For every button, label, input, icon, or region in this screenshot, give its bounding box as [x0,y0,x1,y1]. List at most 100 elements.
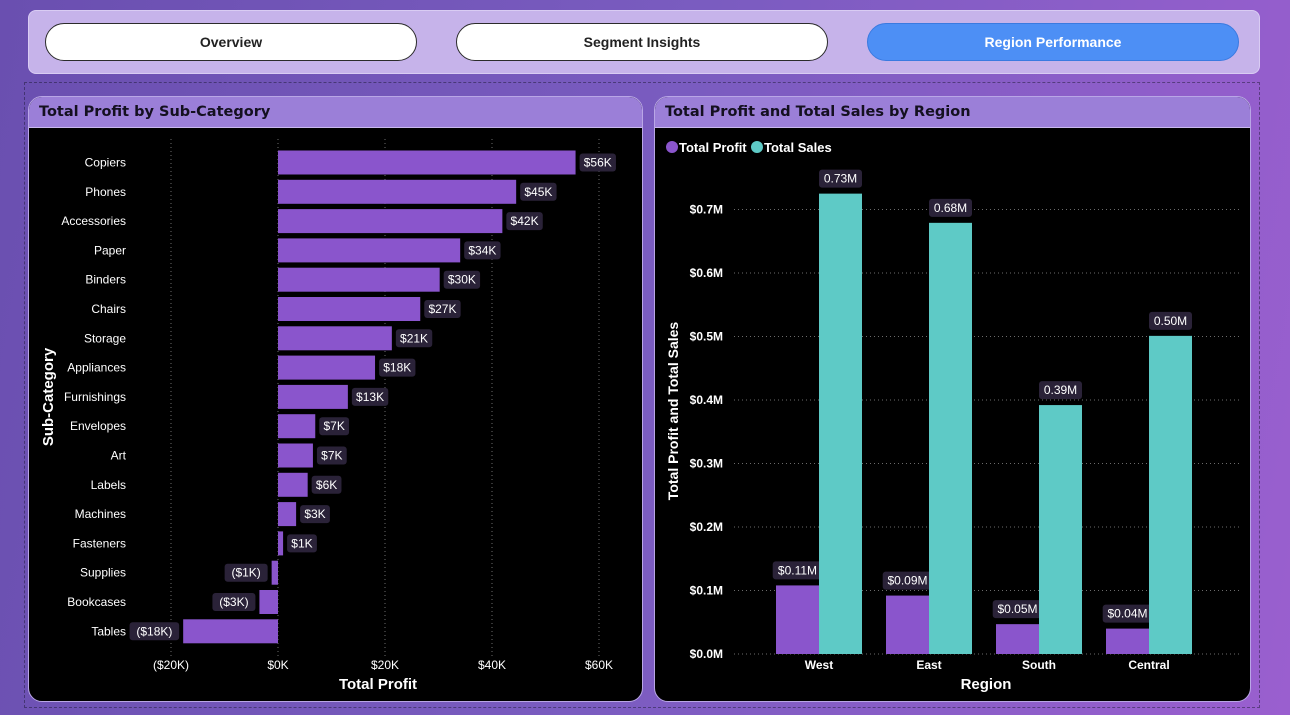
bar [278,326,392,351]
navigation-bar: Overview Segment Insights Region Perform… [28,10,1260,74]
y-tick-label: $0.6M [690,266,723,280]
tab-segment-insights[interactable]: Segment Insights [456,23,828,61]
sales-bar [1039,405,1082,654]
x-axis-title: Total Profit [339,676,417,693]
data-label: $0.04M [1107,607,1147,621]
bar [278,209,503,234]
y-tick-label: $0.1M [690,584,723,598]
y-tick-label: $0.5M [690,330,723,344]
y-tick-label: Labels [91,478,126,492]
data-label: 0.50M [1154,314,1187,328]
data-label: ($1K) [231,566,260,580]
profit-bar [1106,628,1149,654]
subcategory-bar-chart: ($20K) $0K $20K $40K $60K Copiers $56K Phones $4… [40,139,616,693]
data-label: $42K [511,214,539,228]
data-label: $0.09M [887,574,927,588]
bar [278,179,517,204]
data-label: $13K [356,390,384,404]
legend-label: Total Sales [764,140,832,155]
sales-bar [819,193,862,654]
bar [278,297,421,321]
y-tick-label: Accessories [61,214,126,228]
y-tick-label: Art [111,449,127,463]
profit-sales-by-region-panel: Total Profit and Total Sales by Region $… [654,96,1251,702]
bar [259,590,278,614]
data-label: $1K [291,536,312,550]
x-tick-label: South [1022,658,1056,672]
data-label: $30K [448,273,476,287]
sales-bar [1149,335,1192,654]
y-tick-label: Phones [85,185,126,199]
data-label: $3K [304,507,325,521]
data-label: 0.39M [1044,383,1077,397]
region-column-chart: $0.0M $0.1M $0.2M $0.3M $0.4M $0.5M $0.6M $0.7M… [665,140,1241,693]
y-tick-label: Envelopes [70,419,126,433]
bar [278,238,461,263]
legend-label: Total Profit [679,140,747,155]
y-tick-label: Storage [84,331,126,345]
data-label: ($3K) [219,595,248,609]
data-label: $7K [323,419,344,433]
x-tick-label: ($20K) [153,658,189,672]
y-axis-title: Sub-Category [40,347,57,446]
y-tick-label: Binders [85,273,126,287]
y-tick-label: $0.7M [690,203,723,217]
tab-region-performance[interactable]: Region Performance [867,23,1239,61]
x-tick-label: $0K [267,658,288,672]
data-label: $7K [321,449,342,463]
x-tick-label: East [916,658,941,672]
x-tick-label: $20K [371,658,399,672]
tab-overview[interactable]: Overview [45,23,417,61]
data-label: ($18K) [136,624,172,638]
y-tick-label: Paper [94,243,126,257]
data-label: $18K [383,361,411,375]
y-tick-label: Furnishings [64,390,126,404]
y-tick-label: Supplies [80,566,126,580]
y-tick-label: Machines [75,507,126,521]
data-label: $0.11M [778,563,817,577]
bar [278,443,313,468]
y-tick-label: Appliances [67,361,126,375]
y-tick-label: Tables [91,624,126,638]
y-tick-label: Fasteners [73,536,126,550]
data-label: $27K [428,302,456,316]
sales-bar [929,222,972,654]
x-axis-title: Region [961,676,1012,693]
legend-swatch-sales [751,141,763,153]
profit-by-subcategory-panel: Total Profit by Sub-Category ($20K) $0K $2… [28,96,643,702]
data-label: 0.73M [824,172,857,186]
data-label: $56K [584,156,612,170]
data-label: $21K [400,331,428,345]
y-tick-label: Copiers [85,156,126,170]
x-tick-label: $60K [585,658,613,672]
bar [278,531,284,556]
y-tick-label: $0.0M [690,647,723,661]
data-label: $0.05M [997,602,1037,616]
y-tick-label: $0.2M [690,520,723,534]
data-label: $34K [468,243,496,257]
x-tick-label: Central [1128,658,1169,672]
bar [183,619,278,644]
y-tick-label: $0.3M [690,457,723,471]
data-label: $45K [524,185,552,199]
profit-bar [776,585,819,654]
data-label: 0.68M [934,201,967,215]
y-tick-label: Bookcases [67,595,126,609]
legend-swatch-profit [666,141,678,153]
data-label: $6K [316,478,337,492]
bar [278,267,440,292]
profit-bar [996,624,1039,654]
y-axis-title: Total Profit and Total Sales [665,322,681,501]
bar [278,502,297,527]
profit-bar [886,595,929,654]
bar [278,472,308,497]
x-tick-label: West [805,658,833,672]
x-tick-label: $40K [478,658,506,672]
bar [278,414,316,439]
bar [278,355,376,380]
y-tick-label: Chairs [91,302,126,316]
bar [278,384,348,409]
y-tick-label: $0.4M [690,393,723,407]
bar [278,150,576,175]
bar [271,560,278,585]
